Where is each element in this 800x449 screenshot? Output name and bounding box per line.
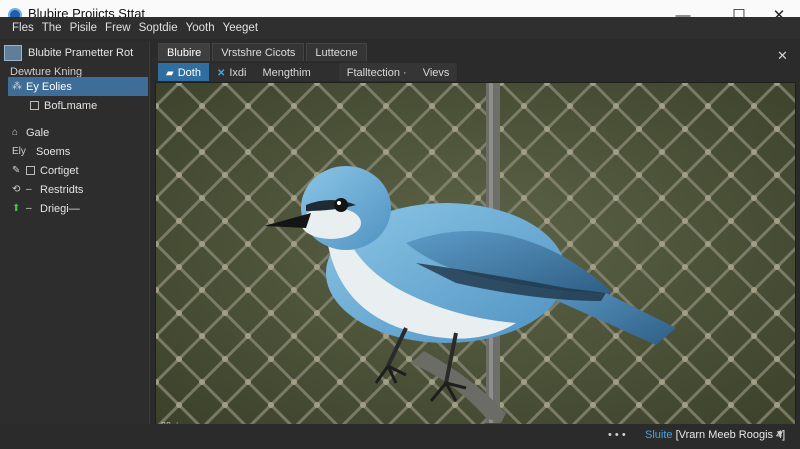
sidebar-item-label: Ey Eolies [26, 80, 72, 93]
menu-pisile[interactable]: Pisile [70, 17, 105, 39]
tab-blubire[interactable]: Blubire [158, 43, 211, 61]
menu-soptdie[interactable]: Soptdie [139, 17, 186, 39]
project-logo-icon [4, 45, 22, 61]
tab-ftalltection[interactable]: Ftalltection · [338, 63, 415, 81]
sidebar-item-label: Restridts [40, 183, 84, 196]
close-pane-icon[interactable]: ✕ [777, 48, 788, 64]
menu-yeeget[interactable]: Yeeget [223, 17, 266, 39]
pin-icon: ⬆ [12, 203, 21, 214]
status-overflow-icon[interactable]: • • • [608, 429, 626, 441]
folder-icon: ▰ [166, 67, 174, 79]
dash-icon: – [26, 184, 32, 195]
status-accent-label[interactable]: Sluite [645, 429, 673, 441]
checkbox-icon[interactable] [26, 166, 35, 175]
undo-icon: ⟲ [12, 184, 21, 195]
sidebar-item-label: Cortiget [40, 164, 79, 177]
sidebar-item-ey-eolies[interactable]: ⁂ Ey Eolies [8, 77, 148, 96]
sidebar-item-gale[interactable]: ⌂ Gale [8, 123, 148, 142]
view-toolbar: ▰ Doth ✕ Ixdi Mengthim Ftalltection · Vi… [158, 63, 458, 81]
app-body: Fles The Pisile Frew Soptdie Yooth Yeege… [0, 17, 800, 449]
status-info: Sluite [Vrarn Meeb Roogis 4] [645, 429, 785, 441]
tab-label: Doth [177, 67, 201, 79]
menu-frew[interactable]: Frew [105, 17, 139, 39]
tab-ixdi[interactable]: ✕ Ixdi [209, 63, 255, 81]
sidebar-item-label: Driegi— [40, 202, 80, 215]
sidebar-item-soems[interactable]: Ely Soems [8, 142, 148, 161]
menu-yooth[interactable]: Yooth [186, 17, 223, 39]
tab-vrstshre-cicots[interactable]: Vrstshre Cicots [212, 43, 305, 61]
image-canvas[interactable]: ▯▯ ⁘ [155, 82, 796, 437]
document-tabs: Blubire Vrstshre Cicots Luttecne [158, 43, 369, 63]
menu-bar: Fles The Pisile Frew Soptdie Yooth Yeege… [0, 17, 800, 39]
sidebar-item-boflmame[interactable]: BofLmame [8, 96, 148, 115]
pencil-icon: ✎ [12, 165, 21, 176]
sidebar-item-label: Soems [36, 145, 71, 158]
tree-icon: ⁂ [12, 81, 22, 92]
sidebar: Blubite Prametter Rot Dewture Kning ⁂ Ey… [0, 41, 150, 437]
sidebar-item-cortiget[interactable]: ✎ Cortiget [8, 161, 148, 180]
people-icon: Ely [12, 146, 26, 157]
tab-vievs[interactable]: Vievs [414, 63, 458, 81]
sidebar-item-label: Gale [26, 126, 50, 139]
sidebar-title: Blubite Prametter Rot [28, 47, 134, 59]
tab-luttecne[interactable]: Luttecne [306, 43, 367, 61]
status-bar: • • • Sluite [Vrarn Meeb Roogis 4] ▼ [0, 424, 800, 449]
sidebar-item-label: BofLmame [44, 99, 98, 112]
bird-photo [156, 83, 795, 436]
sidebar-tree: ⁂ Ey Eolies BofLmame ⌂ Gale Ely Soems ✎ … [8, 77, 148, 218]
status-text: [Vrarn Meeb Roogis 4] [675, 429, 786, 441]
sidebar-item-driegi[interactable]: ⬆ – Driegi— [8, 199, 148, 218]
menu-files[interactable]: Fles [12, 17, 42, 39]
x-icon: ✕ [216, 67, 226, 79]
checkbox-icon[interactable] [30, 101, 39, 110]
sidebar-item-restridts[interactable]: ⟲ – Restridts [8, 180, 148, 199]
sidebar-header: Blubite Prametter Rot [4, 43, 146, 63]
tab-mengthim[interactable]: Mengthim [254, 63, 338, 81]
menu-the[interactable]: The [42, 17, 70, 39]
tab-doth[interactable]: ▰ Doth [158, 63, 209, 81]
dash-icon: – [26, 203, 32, 214]
status-dropdown-icon[interactable]: ▼ [775, 429, 785, 440]
tab-label: Ixdi [229, 67, 247, 79]
home-icon: ⌂ [12, 127, 19, 138]
